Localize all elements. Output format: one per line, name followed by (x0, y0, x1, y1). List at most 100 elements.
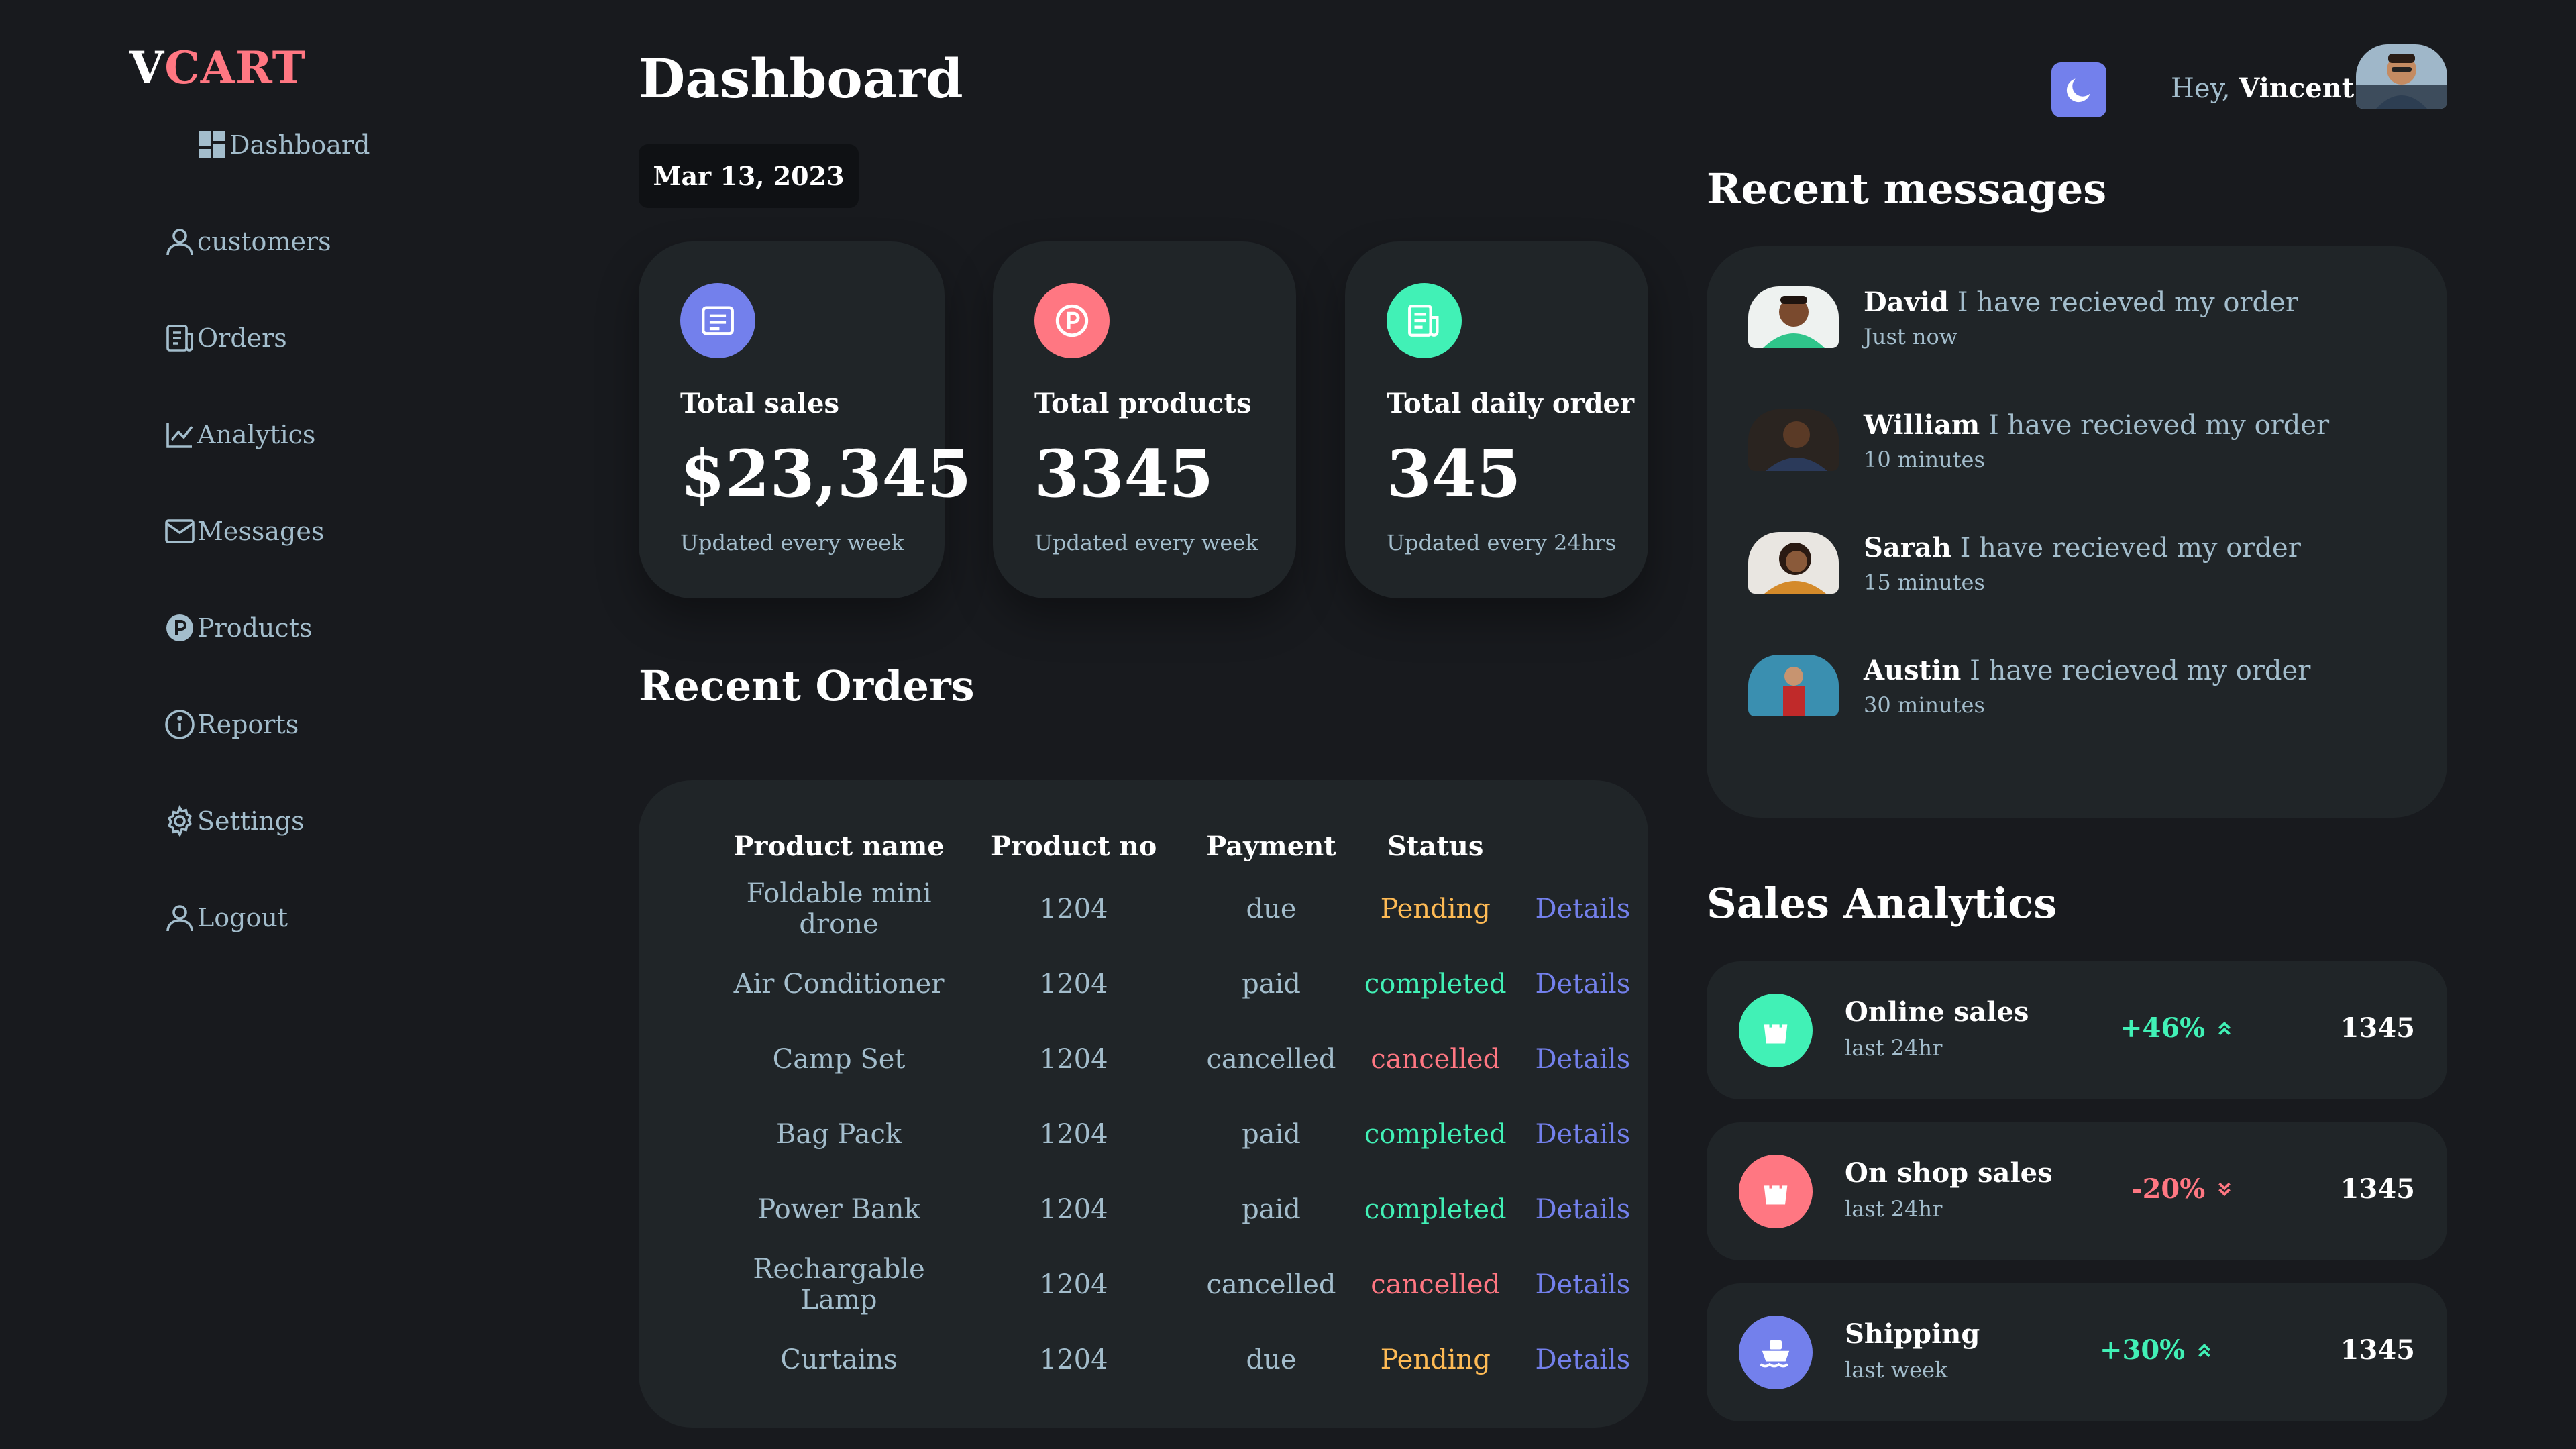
stat-value: 345 (1387, 436, 1521, 512)
sidebar-item-label: customers (197, 227, 331, 256)
sender-name: William (1864, 409, 1980, 441)
status-cell: cancelled (1371, 1044, 1501, 1075)
product-name-cell: Curtains (780, 1344, 898, 1375)
avatar[interactable] (2356, 44, 2447, 109)
product-no-cell: 1204 (1039, 1119, 1108, 1150)
sales-item-period: last 24hr (1845, 1196, 1943, 1222)
avatar (1748, 655, 1839, 716)
greeting-text: Hey, (2171, 73, 2231, 104)
sidebar-item-label: Messages (197, 517, 325, 546)
sales-item-name: Online sales (1845, 996, 2029, 1028)
details-link[interactable]: Details (1517, 1172, 1648, 1247)
double-chevron-up-icon (2218, 1021, 2231, 1035)
user-name: Vincent (2239, 72, 2355, 104)
product-name-cell: Bag Pack (775, 1119, 902, 1150)
recent-messages-title: Recent messages (1707, 164, 2107, 213)
mail-icon (162, 514, 197, 549)
sidebar-item-label: Reports (197, 710, 299, 739)
sales-item-online[interactable]: Online sales last 24hr +46% 1345 (1707, 961, 2447, 1099)
details-link[interactable]: Details (1517, 1322, 1648, 1397)
sales-item-period: last week (1845, 1357, 1948, 1383)
column-header: Payment (1206, 830, 1336, 862)
message-item[interactable]: David I have recieved my order Just now (1748, 286, 2419, 367)
sales-item-value: 1345 (2340, 1012, 2415, 1044)
sidebar-item-label: Products (197, 613, 313, 643)
date-picker[interactable]: Mar 13, 2023 (639, 144, 859, 208)
grid-icon (195, 127, 229, 162)
product-name-cell: Camp Set (772, 1044, 906, 1075)
sales-analytics-title: Sales Analytics (1707, 879, 2057, 928)
payment-cell: paid (1242, 969, 1301, 1000)
details-link[interactable]: Details (1517, 1022, 1648, 1097)
sales-item-change: -20% (2131, 1173, 2235, 1205)
payment-cell: due (1246, 1344, 1297, 1375)
sidebar-item-orders[interactable]: Orders (162, 318, 287, 358)
sidebar-item-reports[interactable]: Reports (162, 704, 299, 745)
message-item[interactable]: Sarah I have recieved my order 15 minute… (1748, 532, 2419, 612)
avatar (1748, 409, 1839, 471)
stat-note: Updated every week (1034, 530, 1258, 555)
product-no-cell: 1204 (1039, 1344, 1108, 1375)
stat-card-total-daily-order: Total daily order 345 Updated every 24hr… (1345, 241, 1648, 598)
details-link[interactable]: Details (1517, 1097, 1648, 1172)
details-link[interactable]: Details (1517, 871, 1648, 947)
column-header: Status (1387, 830, 1484, 862)
table-row: Power Bank 1204 paid completed Details (719, 1172, 1648, 1247)
sidebar-item-products[interactable]: Products (162, 608, 312, 648)
message-item[interactable]: Austin I have recieved my order 30 minut… (1748, 655, 2419, 735)
change-value: +30% (2100, 1334, 2186, 1366)
product-name-cell: Rechargable Lamp (753, 1254, 925, 1316)
sender-name: Sarah (1864, 532, 1951, 564)
sidebar-item-label: Orders (197, 323, 287, 353)
message-body: I have recieved my order (1957, 287, 2298, 318)
details-link[interactable]: Details (1517, 1247, 1648, 1322)
payment-cell: due (1246, 894, 1297, 924)
stat-note: Updated every week (680, 530, 904, 555)
product-name-cell: Foldable mini drone (746, 878, 932, 940)
page-title: Dashboard (639, 47, 963, 110)
sidebar-item-label: Settings (197, 806, 305, 836)
sales-item-shipping[interactable]: Shipping last week +30% 1345 (1707, 1283, 2447, 1421)
sales-item-change: +46% (2120, 1012, 2235, 1044)
product-no-cell: 1204 (1039, 1194, 1108, 1225)
payment-cell: paid (1242, 1119, 1301, 1150)
receipt-icon (162, 321, 197, 356)
details-link[interactable]: Details (1517, 947, 1648, 1022)
sidebar-item-dashboard[interactable]: Dashboard (195, 125, 370, 165)
table-row: Curtains 1204 due Pending Details (719, 1322, 1648, 1397)
stat-label: Total sales (680, 388, 839, 419)
orders-body: Foldable mini drone 1204 due Pending Details… (719, 871, 1648, 1397)
sender-name: David (1864, 286, 1949, 318)
sidebar-item-customers[interactable]: customers (162, 221, 331, 262)
table-row: Camp Set 1204 cancelled cancelled Details (719, 1022, 1648, 1097)
dashboard-page: VCART Dashboard customers Orders Analyti… (0, 0, 2576, 1449)
recent-orders-table: Product name Product no Payment Status F… (639, 780, 1648, 1428)
document-icon (680, 283, 755, 358)
theme-toggle-button[interactable] (2051, 62, 2106, 117)
avatar (1748, 532, 1839, 594)
product-p-icon (1034, 283, 1110, 358)
user-icon (162, 224, 197, 259)
user-greeting: Hey, Vincent (2171, 72, 2354, 104)
stat-label: Total daily order (1387, 388, 1635, 419)
message-item[interactable]: William I have recieved my order 10 minu… (1748, 409, 2419, 490)
sidebar-item-analytics[interactable]: Analytics (162, 415, 315, 455)
double-chevron-down-icon (2218, 1182, 2231, 1196)
sales-item-on-shop[interactable]: On shop sales last 24hr -20% 1345 (1707, 1122, 2447, 1260)
column-header: Product no (990, 830, 1157, 862)
status-cell: Pending (1380, 1344, 1491, 1375)
sales-item-change: +30% (2100, 1334, 2214, 1366)
brand-logo[interactable]: VCART (129, 42, 306, 94)
table-row: Bag Pack 1204 paid completed Details (719, 1097, 1648, 1172)
sidebar-item-messages[interactable]: Messages (162, 511, 324, 551)
stat-card-total-products: Total products 3345 Updated every week (993, 241, 1296, 598)
table-row: Rechargable Lamp 1204 cancelled cancelled De… (719, 1247, 1648, 1322)
change-value: -20% (2131, 1173, 2206, 1205)
sidebar-item-logout[interactable]: Logout (162, 898, 288, 938)
stat-value: $23,345 (680, 436, 972, 512)
product-no-cell: 1204 (1039, 969, 1108, 1000)
sales-item-name: Shipping (1845, 1318, 1980, 1350)
sidebar-item-settings[interactable]: Settings (162, 801, 305, 841)
user-icon (162, 900, 197, 935)
sales-item-value: 1345 (2340, 1334, 2415, 1366)
